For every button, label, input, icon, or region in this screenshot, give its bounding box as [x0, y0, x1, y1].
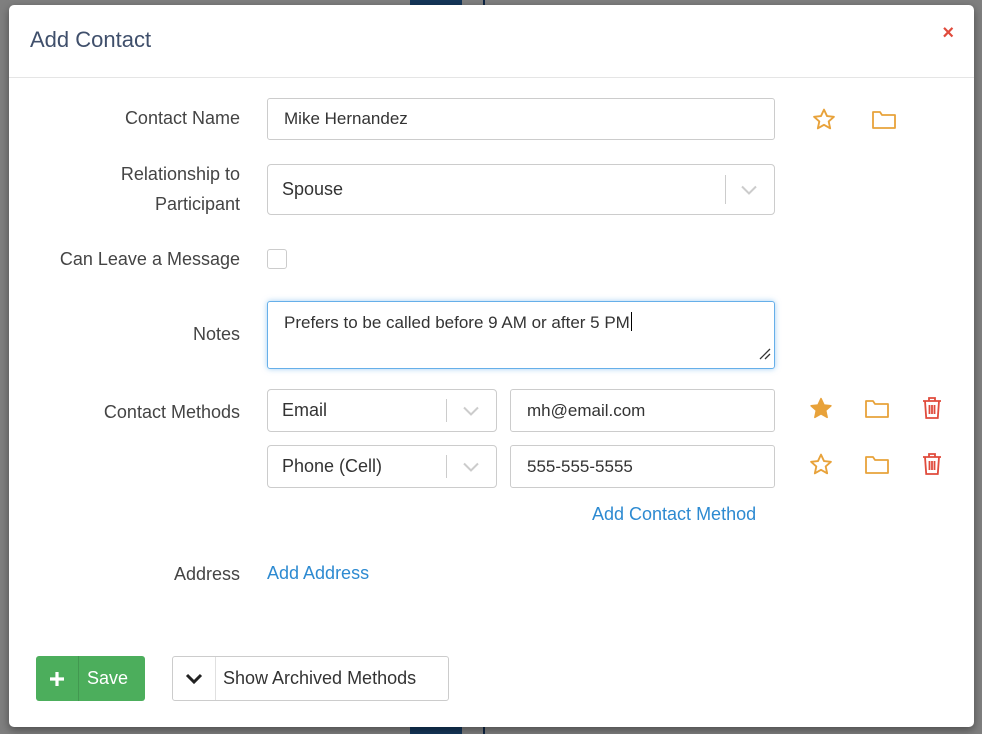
relationship-label-line1: Relationship to — [120, 164, 240, 184]
button-separator — [78, 656, 79, 701]
can-leave-message-checkbox[interactable] — [267, 249, 287, 269]
can-leave-message-label: Can Leave a Message — [59, 249, 240, 269]
chevron-down-icon — [740, 179, 758, 200]
contact-name-input[interactable]: Mike Hernandez — [267, 98, 775, 140]
relationship-select[interactable]: Spouse — [267, 164, 775, 215]
folder-icon[interactable] — [869, 105, 899, 133]
contact-methods-label: Contact Methods — [103, 402, 240, 422]
save-button[interactable]: Save — [36, 656, 145, 701]
folder-icon[interactable] — [862, 450, 892, 478]
select-separator — [725, 175, 726, 204]
contact-method-value-input[interactable]: mh@email.com — [510, 389, 775, 432]
contact-method-value-input[interactable]: 555-555-5555 — [510, 445, 775, 488]
trash-icon[interactable] — [917, 394, 947, 422]
notes-textarea[interactable]: Prefers to be called before 9 AM or afte… — [267, 301, 775, 369]
contact-method-value: 555-555-5555 — [527, 456, 633, 476]
contact-name-label: Contact Name — [124, 108, 240, 128]
star-icon[interactable] — [809, 105, 839, 133]
plus-icon — [36, 656, 78, 701]
chevron-down-icon — [462, 400, 480, 421]
notes-label: Notes — [192, 324, 240, 344]
select-separator — [446, 399, 447, 422]
dialog-title: Add Contact — [30, 27, 152, 52]
button-separator — [215, 657, 216, 700]
chevron-down-icon — [462, 456, 480, 477]
text-caret — [630, 312, 632, 331]
star-filled-icon[interactable] — [806, 394, 836, 422]
add-address-link[interactable]: Add Address — [267, 563, 369, 584]
add-contact-method-link[interactable]: Add Contact Method — [592, 504, 756, 525]
add-contact-dialog: Add Contact × Contact Name Mike Hernande… — [9, 5, 974, 727]
folder-icon[interactable] — [862, 394, 892, 422]
contact-method-value: mh@email.com — [527, 400, 646, 420]
contact-method-type-select[interactable]: Email — [267, 389, 497, 432]
contact-method-type-select[interactable]: Phone (Cell) — [267, 445, 497, 488]
select-separator — [446, 455, 447, 478]
notes-value: Prefers to be called before 9 AM or afte… — [284, 313, 630, 332]
show-archived-methods-label: Show Archived Methods — [223, 668, 417, 688]
resize-handle-icon[interactable] — [758, 345, 771, 365]
chevron-down-icon — [173, 657, 215, 700]
dialog-header: Add Contact × — [9, 5, 974, 78]
close-icon[interactable]: × — [942, 23, 954, 43]
relationship-label: Relationship to Participant — [9, 159, 240, 219]
show-archived-methods-button[interactable]: Show Archived Methods — [172, 656, 449, 701]
contact-method-type-value: Phone (Cell) — [282, 456, 383, 476]
contact-method-type-value: Email — [282, 400, 328, 420]
star-icon[interactable] — [806, 450, 836, 478]
relationship-label-line2: Participant — [154, 194, 240, 214]
address-label: Address — [173, 564, 240, 584]
relationship-selected-value: Spouse — [282, 179, 344, 199]
trash-icon[interactable] — [917, 450, 947, 478]
save-button-label: Save — [87, 668, 129, 688]
contact-name-value: Mike Hernandez — [284, 109, 408, 128]
